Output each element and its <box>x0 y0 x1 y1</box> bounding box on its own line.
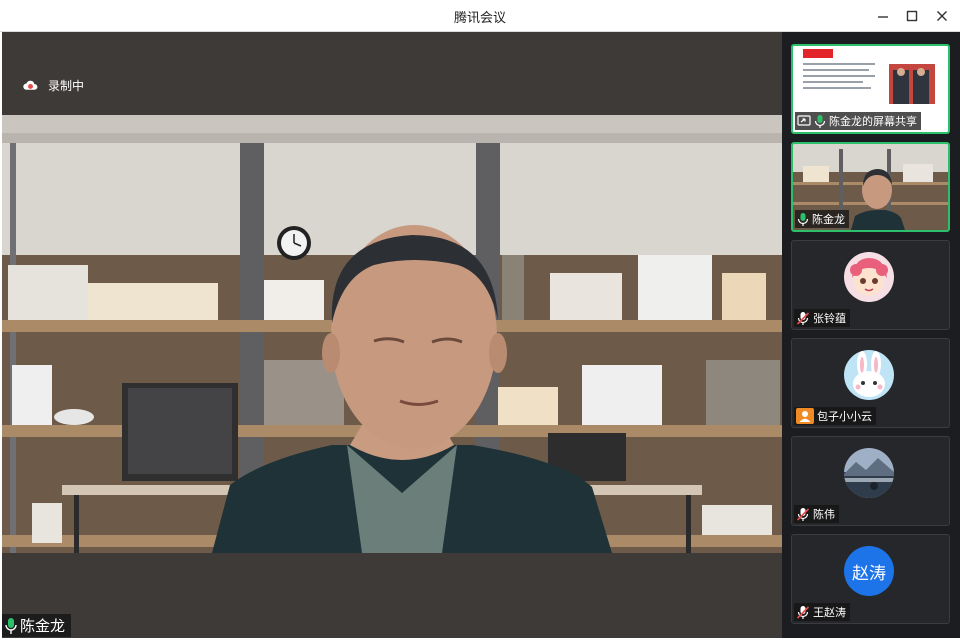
participant-tile-camera[interactable]: 陈金龙 <box>791 142 950 232</box>
maximize-button[interactable] <box>902 6 922 26</box>
participant-name: 王赵涛 <box>813 606 846 619</box>
participant-name: 张铃蕴 <box>813 312 846 325</box>
main-speaker-video <box>2 115 782 553</box>
mic-on-icon <box>5 617 17 634</box>
participant-label: 陈金龙的屏幕共享 <box>795 112 921 130</box>
participant-tile-avatar[interactable]: 陈伟 <box>791 436 950 526</box>
participant-label: 王赵涛 <box>794 603 850 621</box>
window-title: 腾讯会议 <box>453 11 506 26</box>
participant-tile-avatar[interactable]: 张铃蕴 <box>791 240 950 330</box>
participant-label: 陈金龙 <box>795 210 849 228</box>
close-button[interactable] <box>932 6 952 26</box>
participant-name: 陈金龙 <box>812 213 845 226</box>
main-speaker-name: 陈金龙 <box>20 617 66 635</box>
landscape-avatar <box>844 448 894 498</box>
recording-indicator: 录制中 <box>22 76 84 94</box>
participant-label: 陈伟 <box>794 505 839 523</box>
participant-tile-avatar[interactable]: 包子小小云 <box>791 338 950 428</box>
participant-label: 包子小小云 <box>794 407 876 425</box>
minimize-button[interactable] <box>873 6 893 26</box>
mic-muted-icon <box>796 605 810 619</box>
video-frame <box>2 115 782 553</box>
participant-tile-screen-share[interactable]: 陈金龙的屏幕共享 <box>791 44 950 134</box>
user-icon <box>796 408 814 424</box>
mic-on-icon <box>814 114 826 128</box>
participant-name: 包子小小云 <box>817 410 872 423</box>
title-bar: 腾讯会议 <box>0 0 960 32</box>
mic-on-icon <box>797 212 809 226</box>
participant-name: 陈伟 <box>813 508 835 521</box>
minimize-icon <box>878 16 888 18</box>
bunny-avatar <box>844 350 894 400</box>
participant-tile-avatar[interactable]: 赵涛 王赵涛 <box>791 534 950 624</box>
cloud-record-icon <box>23 80 38 90</box>
main-video-area[interactable]: 录制中 陈金龙 <box>2 32 782 638</box>
mic-muted-icon <box>796 311 810 325</box>
participant-name: 陈金龙的屏幕共享 <box>829 115 917 128</box>
text-avatar: 赵涛 <box>844 546 894 596</box>
participant-panel: 陈金龙的屏幕共享 陈金龙 张铃蕴 包子小小云 陈伟 赵涛 王赵涛 <box>782 32 960 638</box>
anime-girl-avatar <box>844 252 894 302</box>
close-icon <box>937 11 947 21</box>
participant-label: 张铃蕴 <box>794 309 850 327</box>
mic-muted-icon <box>796 507 810 521</box>
main-speaker-name-tag: 陈金龙 <box>2 614 72 637</box>
maximize-icon <box>906 10 918 22</box>
screen-share-icon <box>797 115 811 126</box>
recording-label: 录制中 <box>48 78 85 93</box>
